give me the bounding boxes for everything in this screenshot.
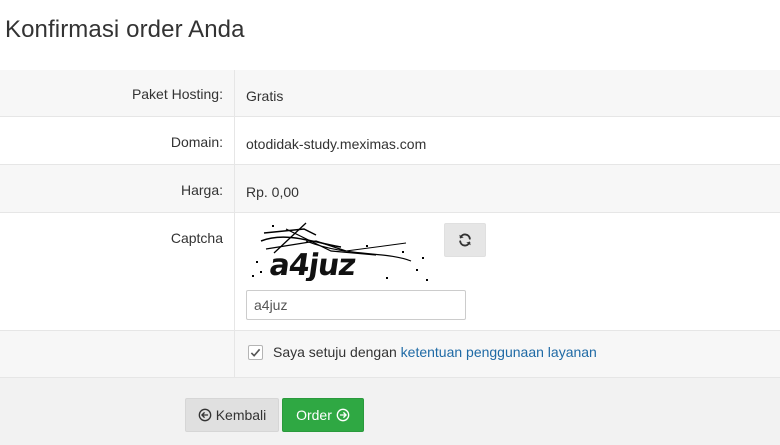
back-button[interactable]: Kembali bbox=[185, 398, 279, 432]
paket-hosting-label: Paket Hosting: bbox=[0, 70, 235, 116]
row-captcha: Captcha a4juz bbox=[0, 213, 780, 331]
page-title: Konfirmasi order Anda bbox=[5, 16, 245, 43]
harga-value: Rp. 0,00 bbox=[246, 184, 299, 200]
paket-hosting-value: Gratis bbox=[246, 88, 284, 104]
harga-label: Harga: bbox=[0, 165, 235, 212]
back-button-label: Kembali bbox=[215, 407, 267, 423]
agreement-label-cell bbox=[0, 331, 235, 377]
row-domain: Domain: otodidak-study.meximas.com bbox=[0, 117, 780, 165]
arrow-left-circle-icon bbox=[198, 408, 212, 422]
agreement-prefix: Saya setuju dengan bbox=[273, 344, 401, 360]
arrow-right-circle-icon bbox=[336, 408, 350, 422]
order-button-label: Order bbox=[296, 407, 332, 423]
order-summary-form: Paket Hosting: Gratis Domain: otodidak-s… bbox=[0, 70, 780, 378]
captcha-image: a4juz bbox=[252, 222, 428, 281]
refresh-captcha-button[interactable] bbox=[444, 223, 486, 257]
domain-label: Domain: bbox=[0, 117, 235, 164]
captcha-text: a4juz bbox=[267, 248, 358, 281]
agreement-text: Saya setuju dengan ketentuan penggunaan … bbox=[273, 344, 597, 360]
form-actions: Kembali Order bbox=[0, 378, 780, 445]
refresh-icon bbox=[459, 233, 471, 247]
agree-checkbox[interactable] bbox=[248, 345, 263, 360]
checkmark-icon bbox=[250, 348, 261, 357]
row-harga: Harga: Rp. 0,00 bbox=[0, 165, 780, 213]
terms-of-service-link[interactable]: ketentuan penggunaan layanan bbox=[401, 344, 597, 360]
row-paket-hosting: Paket Hosting: Gratis bbox=[0, 70, 780, 117]
domain-value: otodidak-study.meximas.com bbox=[246, 136, 427, 152]
captcha-label: Captcha bbox=[0, 213, 235, 330]
order-button[interactable]: Order bbox=[282, 398, 364, 432]
captcha-input[interactable] bbox=[246, 290, 466, 320]
row-agreement: Saya setuju dengan ketentuan penggunaan … bbox=[0, 331, 780, 378]
